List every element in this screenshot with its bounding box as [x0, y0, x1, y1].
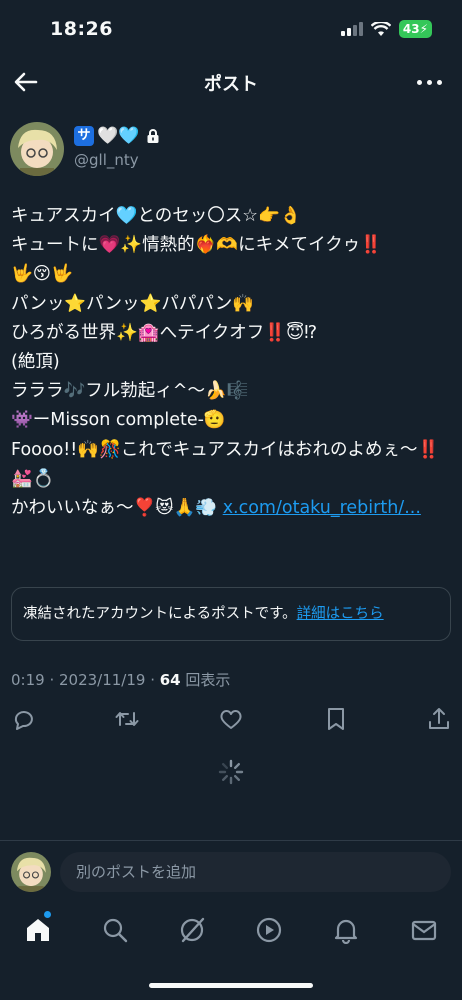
- display-name[interactable]: サ 🤍🩵: [74, 126, 160, 146]
- avatar[interactable]: [10, 122, 64, 176]
- signal-icon: [340, 22, 363, 36]
- suspended-account-notice: 凍結されたアカウントによるポストです。詳細はこちら: [11, 587, 451, 641]
- bookmark-icon[interactable]: [323, 706, 349, 732]
- search-icon[interactable]: [101, 916, 129, 944]
- view-label: 回表示: [180, 671, 231, 689]
- view-count: 64: [159, 671, 181, 689]
- details-link[interactable]: 詳細はこちら: [297, 606, 384, 622]
- grok-icon[interactable]: [178, 916, 206, 944]
- nav-bar: ポスト: [0, 62, 462, 102]
- post-link[interactable]: x.com/otaku_rebirth/...: [223, 498, 421, 518]
- notice-text: 凍結されたアカウントによるポストです。: [23, 606, 297, 622]
- notifications-icon[interactable]: [332, 916, 360, 944]
- status-time: 18:26: [50, 18, 113, 40]
- home-icon[interactable]: [24, 916, 52, 944]
- post-timestamp: 0:19 · 2023/11/19 ·: [11, 671, 160, 689]
- user-handle[interactable]: @gll_nty: [74, 151, 139, 169]
- repost-icon[interactable]: [114, 706, 140, 732]
- post-text-content: キュアスカイ🩵とのセッ〇ス☆👉👌 キュートに💗✨情熱的❤️‍🔥🫶にキメてイクゥ‼…: [11, 206, 440, 519]
- status-icons: 43⚡: [340, 20, 432, 38]
- post-author[interactable]: サ 🤍🩵 @gll_nty: [10, 122, 450, 178]
- video-icon[interactable]: [255, 916, 283, 944]
- messages-icon[interactable]: [410, 916, 438, 944]
- home-notification-dot: [44, 911, 51, 918]
- page-title: ポスト: [204, 74, 258, 95]
- share-icon[interactable]: [426, 706, 452, 732]
- status-bar: 18:26 43⚡: [0, 0, 462, 62]
- post-meta: 0:19 · 2023/11/19 · 64 回表示: [11, 669, 230, 690]
- more-options-icon[interactable]: [417, 80, 442, 85]
- sa-badge: サ: [74, 126, 94, 146]
- battery-indicator: 43⚡: [398, 20, 432, 38]
- post-text: キュアスカイ🩵とのセッ〇ス☆👉👌 キュートに💗✨情熱的❤️‍🔥🫶にキメてイクゥ‼…: [11, 202, 451, 523]
- like-icon[interactable]: [218, 706, 244, 732]
- lock-icon: [147, 129, 159, 143]
- add-post-input[interactable]: 別のポストを追加: [60, 852, 451, 892]
- reply-bar: 別のポストを追加: [0, 842, 462, 904]
- loading-spinner-icon: [218, 759, 244, 785]
- reply-avatar: [11, 852, 51, 892]
- bottom-tab-bar: [0, 904, 462, 960]
- home-indicator: [149, 983, 313, 988]
- post-actions: [0, 706, 462, 736]
- display-name-emoji: 🤍🩵: [97, 126, 140, 146]
- reply-icon[interactable]: [11, 706, 37, 732]
- wifi-icon: [370, 21, 391, 36]
- divider: [0, 840, 462, 841]
